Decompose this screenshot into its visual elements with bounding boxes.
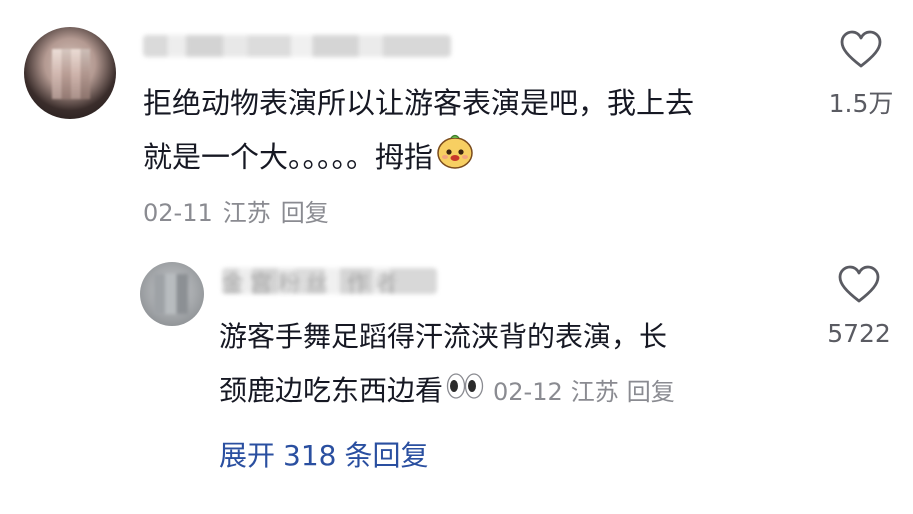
reply-date: 02-12 bbox=[493, 378, 563, 406]
like-button[interactable]: 1.5万 bbox=[818, 30, 904, 120]
reply-text: 游客手舞足蹈得汗流浃背的表演，长 颈鹿边吃东西边看 02-12 江苏 回复 bbox=[219, 310, 683, 419]
comment-meta: 02-11 江苏 回复 bbox=[143, 193, 339, 228]
expand-prefix: 展开 bbox=[219, 439, 276, 472]
reply-line-1: 游客手舞足蹈得汗流浃背的表演，长 bbox=[219, 320, 668, 353]
expand-replies-button[interactable]: 展开 318 条回复 bbox=[219, 434, 436, 474]
reply-username[interactable]: 金宫粉丝 作者 bbox=[222, 266, 403, 298]
eyes-emoji-icon bbox=[445, 365, 485, 419]
reply-meta: 02-12 江苏 回复 bbox=[493, 378, 683, 406]
reply-avatar[interactable] bbox=[140, 262, 204, 326]
comment-line-1: 拒绝动物表演所以让游客表演是吧，我上去 bbox=[143, 86, 695, 120]
comment-location: 江苏 bbox=[222, 199, 271, 227]
expand-suffix: 条回复 bbox=[344, 439, 429, 472]
comment-date: 02-11 bbox=[143, 199, 213, 227]
reply-like-count: 5722 bbox=[827, 319, 891, 348]
reply-line-2: 颈鹿边吃东西边看 02-12 江苏 回复 bbox=[219, 364, 683, 419]
comment-line-2: 就是一个大。。。。。拇指 bbox=[143, 130, 694, 188]
heart-icon[interactable] bbox=[840, 30, 882, 70]
avatar[interactable] bbox=[24, 27, 116, 119]
reply-button[interactable]: 回复 bbox=[281, 199, 329, 227]
like-count: 1.5万 bbox=[828, 89, 894, 118]
smile-bun-emoji-icon bbox=[435, 131, 475, 188]
username-blurred[interactable] bbox=[143, 35, 451, 57]
reply-reply-button[interactable]: 回复 bbox=[627, 378, 675, 406]
reply-like-button[interactable]: 5722 bbox=[816, 265, 902, 348]
expand-count: 318 bbox=[283, 439, 337, 472]
heart-icon[interactable] bbox=[838, 265, 880, 305]
reply-location: 江苏 bbox=[570, 378, 619, 406]
comment-text: 拒绝动物表演所以让游客表演是吧，我上去 就是一个大。。。。。拇指 bbox=[143, 76, 694, 188]
